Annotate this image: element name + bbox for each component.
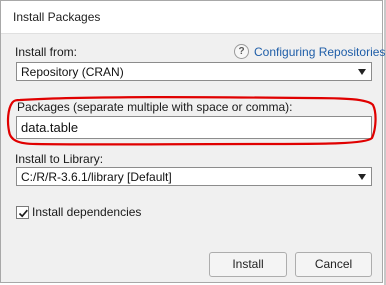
cancel-button[interactable]: Cancel [295,252,372,277]
dialog-titlebar[interactable]: Install Packages [1,1,382,34]
install-dependencies-checkbox[interactable] [16,206,29,219]
configuring-repositories-link[interactable]: ? Configuring Repositories [234,44,385,59]
chevron-down-icon[interactable] [358,174,366,180]
install-from-label: Install from: [15,45,78,59]
install-to-library-select[interactable]: C:/R/R-3.6.1/library [Default] [16,167,372,186]
install-from-select[interactable]: Repository (CRAN) [16,62,372,81]
install-to-library-value: C:/R/R-3.6.1/library [Default] [21,170,172,184]
install-dependencies-label: Install dependencies [32,205,142,219]
packages-input[interactable] [16,116,372,139]
install-packages-dialog: Install Packages Install from: ? Configu… [0,0,385,283]
chevron-down-icon[interactable] [358,69,366,75]
install-button[interactable]: Install [209,252,287,277]
check-icon [18,209,28,218]
help-icon[interactable]: ? [234,44,249,59]
configuring-repositories-text[interactable]: Configuring Repositories [254,45,385,59]
install-to-library-label: Install to Library: [15,152,104,166]
install-from-value: Repository (CRAN) [21,65,124,79]
dialog-title: Install Packages [13,10,101,24]
packages-label: Packages (separate multiple with space o… [17,100,293,114]
